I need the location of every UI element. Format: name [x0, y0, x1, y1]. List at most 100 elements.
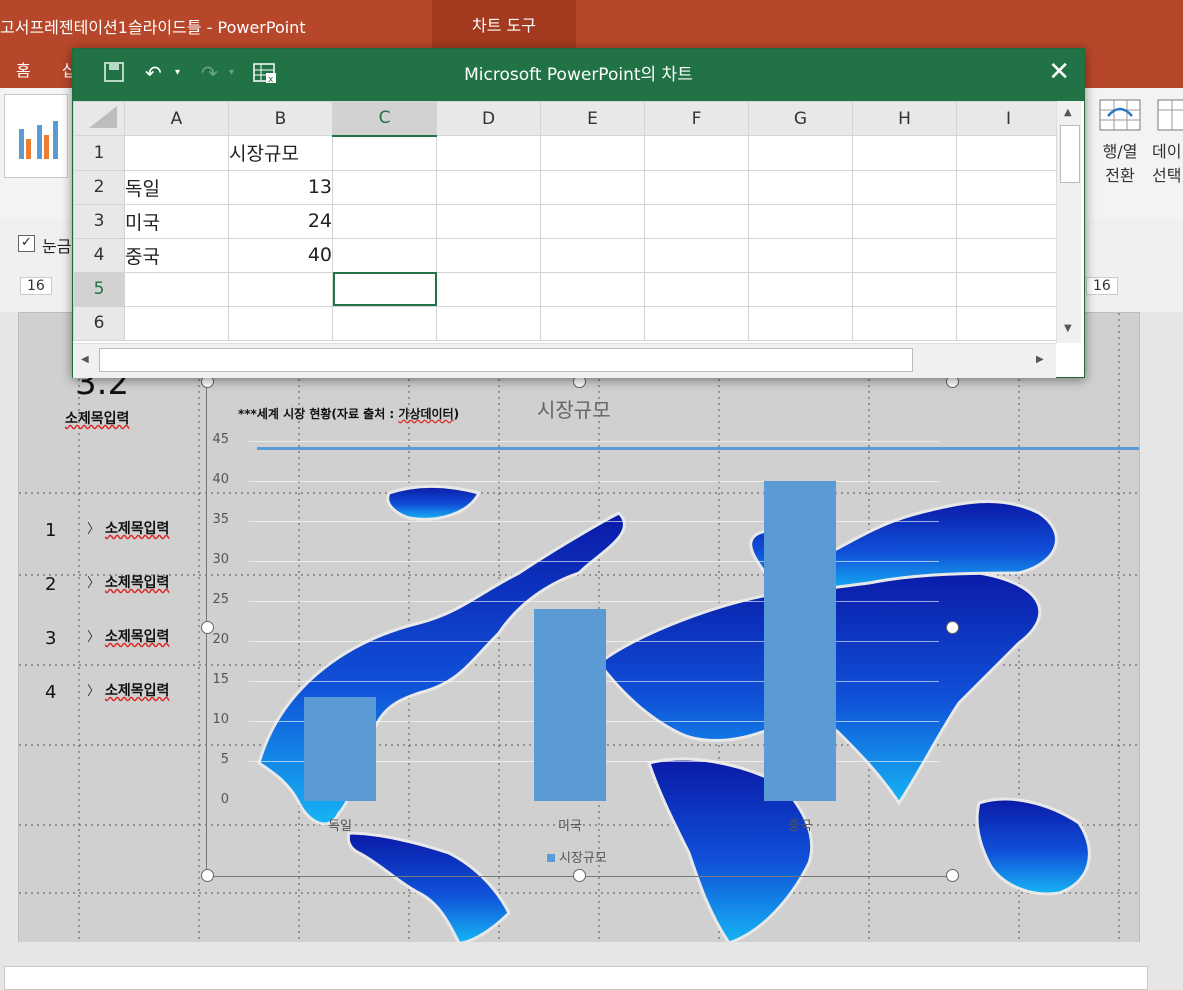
vertical-scroll-thumb[interactable]	[1060, 125, 1080, 183]
cell-b1[interactable]: 시장규모	[228, 135, 333, 171]
column-header[interactable]: H	[852, 101, 957, 136]
cell[interactable]	[852, 135, 957, 171]
cell[interactable]	[748, 271, 853, 307]
cell[interactable]	[540, 271, 645, 307]
scroll-right-icon[interactable]: ▶	[1036, 354, 1044, 365]
horizontal-scrollbar[interactable]: ◀ ▶	[73, 343, 1056, 378]
chart-tools-context-tab[interactable]: 차트 도구	[432, 0, 576, 48]
cell-a4[interactable]: 중국	[124, 237, 229, 273]
switch-row-column-label-2: 전환	[1105, 166, 1135, 185]
cell[interactable]	[436, 237, 541, 273]
column-header[interactable]: D	[436, 101, 541, 136]
cell-b2[interactable]: 13	[228, 169, 333, 205]
resize-handle-right[interactable]	[946, 621, 959, 634]
column-header[interactable]: C	[332, 101, 437, 137]
resize-handle-bottom[interactable]	[573, 869, 586, 882]
column-header[interactable]: E	[540, 101, 645, 136]
switch-row-column-button[interactable]: 행/열 전환	[1098, 96, 1142, 185]
ruler-left-mark: 16	[20, 277, 52, 295]
row-header[interactable]: 3	[73, 203, 125, 239]
active-cell-c5[interactable]	[332, 271, 437, 307]
cell[interactable]	[332, 237, 437, 273]
row-header[interactable]: 2	[73, 169, 125, 205]
cell[interactable]	[956, 271, 1061, 307]
column-header[interactable]: G	[748, 101, 853, 136]
cell[interactable]	[436, 135, 541, 171]
vertical-scrollbar[interactable]: ▲ ▼	[1056, 101, 1081, 343]
cell[interactable]	[540, 237, 645, 273]
cell[interactable]	[436, 305, 541, 341]
row-header[interactable]: 5	[73, 271, 125, 307]
cell[interactable]	[436, 203, 541, 239]
cell[interactable]	[748, 169, 853, 205]
cell[interactable]	[436, 169, 541, 205]
scroll-down-icon[interactable]: ▼	[1064, 323, 1072, 334]
cell[interactable]	[228, 305, 333, 341]
cell[interactable]	[644, 135, 749, 171]
cell[interactable]	[748, 237, 853, 273]
cell[interactable]	[124, 271, 229, 307]
cell[interactable]	[332, 169, 437, 205]
notes-pane[interactable]	[4, 966, 1148, 990]
cell[interactable]	[852, 237, 957, 273]
cell[interactable]	[852, 271, 957, 307]
undo-dropdown-icon[interactable]: ▾	[175, 67, 180, 78]
column-header[interactable]: A	[124, 101, 229, 136]
select-data-button[interactable]: 데이 선택	[1152, 96, 1183, 185]
cell-b3[interactable]: 24	[228, 203, 333, 239]
gridlines-checkbox[interactable]: ✓	[18, 235, 35, 252]
scroll-left-icon[interactable]: ◀	[81, 354, 89, 365]
cell[interactable]	[644, 169, 749, 205]
cell[interactable]	[332, 203, 437, 239]
cell[interactable]	[644, 237, 749, 273]
chart-data-window[interactable]: Microsoft PowerPoint의 차트 ↶ ▾ ↷ ▾ x ✕ A B…	[72, 48, 1085, 378]
cell[interactable]	[228, 271, 333, 307]
cell[interactable]	[748, 203, 853, 239]
cell[interactable]	[748, 305, 853, 341]
cell[interactable]	[644, 305, 749, 341]
cell[interactable]	[332, 305, 437, 341]
horizontal-scroll-thumb[interactable]	[99, 348, 913, 372]
column-header[interactable]: B	[228, 101, 333, 136]
undo-icon[interactable]: ↶	[145, 61, 162, 85]
cell[interactable]	[748, 135, 853, 171]
cell[interactable]	[332, 135, 437, 171]
cell[interactable]	[956, 169, 1061, 205]
cell[interactable]	[644, 203, 749, 239]
cell[interactable]	[852, 203, 957, 239]
cell[interactable]	[956, 203, 1061, 239]
scroll-up-icon[interactable]: ▲	[1064, 107, 1072, 118]
cell[interactable]	[852, 169, 957, 205]
resize-handle-left[interactable]	[201, 621, 214, 634]
cell[interactable]	[540, 135, 645, 171]
cell[interactable]	[436, 271, 541, 307]
cell-a1[interactable]	[124, 135, 229, 171]
cell-a3[interactable]: 미국	[124, 203, 229, 239]
select-all-corner[interactable]	[73, 101, 125, 136]
cell[interactable]	[852, 305, 957, 341]
row-header[interactable]: 4	[73, 237, 125, 273]
cell[interactable]	[124, 305, 229, 341]
resize-handle-bottom-left[interactable]	[201, 869, 214, 882]
save-icon[interactable]	[103, 61, 125, 88]
cell[interactable]	[540, 305, 645, 341]
row-header[interactable]: 1	[73, 135, 125, 171]
cell[interactable]	[540, 203, 645, 239]
cell[interactable]	[956, 135, 1061, 171]
row-header[interactable]: 6	[73, 305, 125, 341]
column-header[interactable]: I	[956, 101, 1061, 136]
cell[interactable]	[956, 237, 1061, 273]
cell[interactable]	[540, 169, 645, 205]
column-header[interactable]: F	[644, 101, 749, 136]
resize-handle-bottom-right[interactable]	[946, 869, 959, 882]
cell-a2[interactable]: 독일	[124, 169, 229, 205]
cell[interactable]	[956, 305, 1061, 341]
chart-style-thumbnail[interactable]	[4, 94, 68, 178]
close-icon[interactable]: ✕	[1048, 57, 1070, 87]
cell[interactable]	[644, 271, 749, 307]
cell-b4[interactable]: 40	[228, 237, 333, 273]
spreadsheet-grid[interactable]: A B C D E F G H I 1 시장규모 2 독일 13 3 미국 24	[73, 101, 1061, 341]
tab-home[interactable]: 홈	[16, 57, 31, 81]
edit-in-excel-icon[interactable]: x	[253, 61, 277, 90]
slide-canvas[interactable]: 3.2 소제목입력 1 〉 소제목입력 2 〉 소제목입력 3 〉 소제목입력 …	[18, 312, 1140, 944]
